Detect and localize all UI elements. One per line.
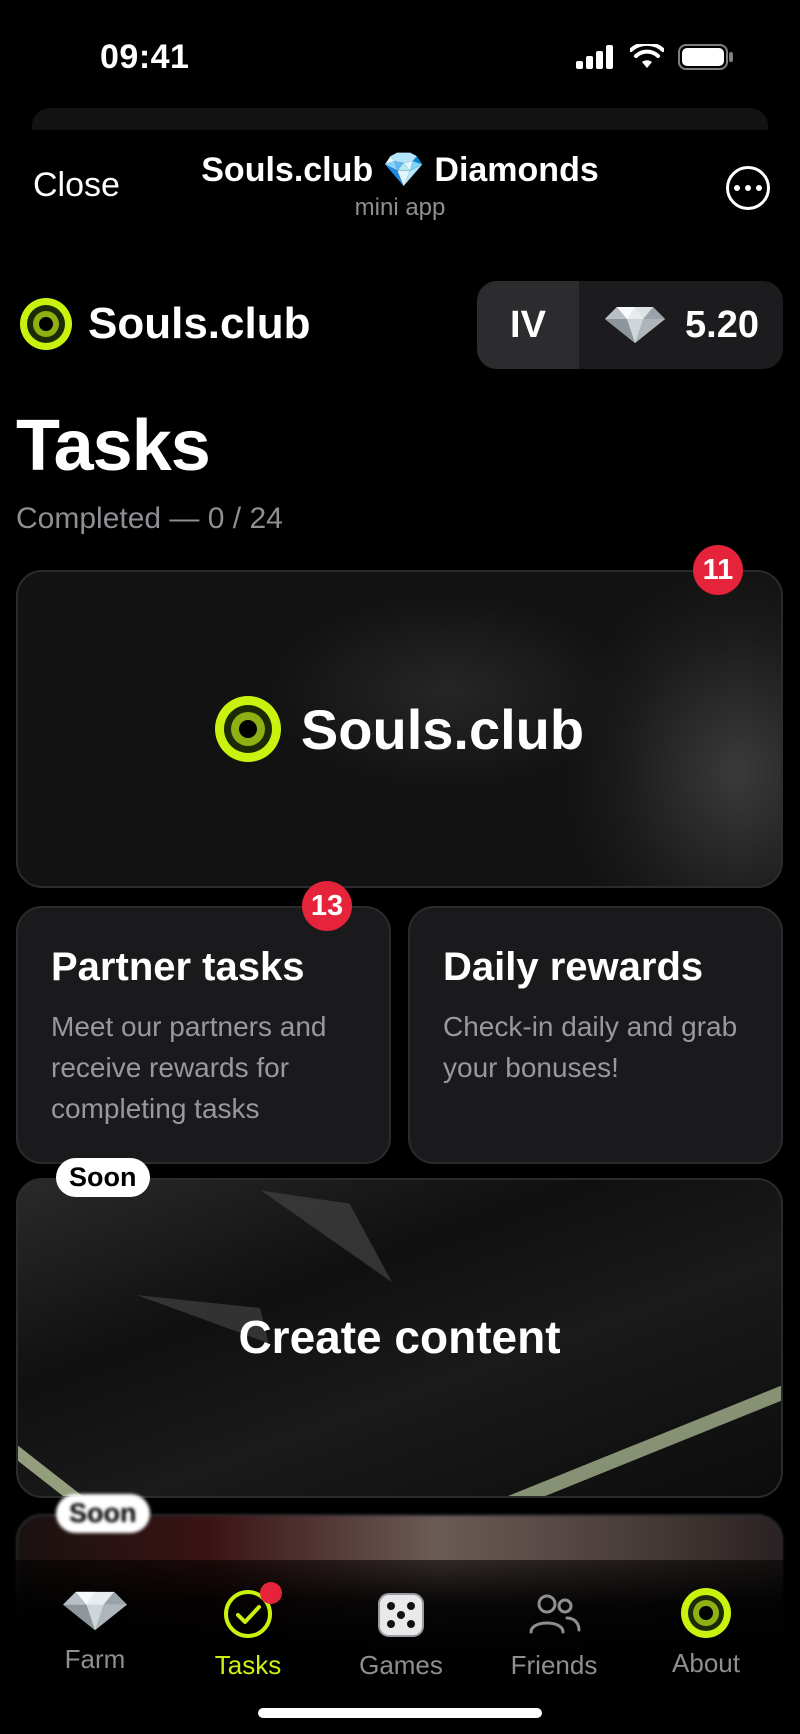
- souls-logo-icon: [681, 1588, 731, 1638]
- card-title: Partner tasks: [51, 945, 305, 989]
- tab-friends[interactable]: Friends: [494, 1588, 614, 1681]
- souls-club-card[interactable]: Souls.club: [16, 570, 783, 888]
- card-title: Create content: [238, 1311, 561, 1363]
- card-title: Daily rewards: [443, 945, 704, 989]
- tab-label: Tasks: [214, 1650, 282, 1680]
- soon-tag: Soon: [56, 1158, 150, 1197]
- tab-farm[interactable]: Farm: [35, 1588, 155, 1675]
- tab-label: Farm: [64, 1644, 126, 1674]
- diamond-icon: [605, 307, 666, 343]
- card-description: Meet our partners and receive rewards fo…: [51, 1011, 327, 1124]
- brand-name: Souls.club: [88, 299, 311, 348]
- signal-icon: [576, 45, 613, 69]
- friends-icon: [529, 1594, 581, 1634]
- partner-tasks-card[interactable]: Partner tasks Meet our partners and rece…: [16, 906, 391, 1164]
- diamond-balance: 5.20: [579, 281, 783, 369]
- wifi-icon: [630, 44, 664, 68]
- status-icons: [576, 44, 734, 70]
- card-artwork: [497, 1380, 781, 1496]
- dice-icon: [378, 1593, 424, 1637]
- tab-about[interactable]: About: [646, 1588, 766, 1679]
- sheet-peek: [32, 108, 768, 130]
- page-title: Tasks: [16, 406, 211, 486]
- app-title: Souls.club 💎 Diamonds: [201, 151, 599, 189]
- souls-logo-icon: [20, 298, 72, 350]
- tab-label: Friends: [510, 1650, 598, 1680]
- brand: Souls.club: [20, 298, 310, 350]
- notification-dot: [260, 1582, 282, 1604]
- card-artwork: [260, 1180, 416, 1283]
- balance-pill[interactable]: IV 5.20: [477, 281, 783, 369]
- tab-label: Games: [359, 1650, 443, 1680]
- create-content-card[interactable]: Create content: [16, 1178, 783, 1498]
- card-title: Souls.club: [300, 697, 585, 761]
- card-description: Check-in daily and grab your bonuses!: [443, 1011, 738, 1083]
- completed-counter: Completed — 0 / 24: [16, 502, 283, 535]
- diamond-icon: [63, 1591, 127, 1631]
- card-artwork: [18, 1417, 187, 1496]
- level-badge: IV: [477, 281, 579, 369]
- tab-tasks[interactable]: Tasks: [188, 1582, 308, 1681]
- souls-logo-icon: [214, 696, 281, 762]
- home-indicator[interactable]: [258, 1708, 542, 1718]
- tab-games[interactable]: Games: [341, 1588, 461, 1681]
- status-time: 09:41: [100, 38, 190, 76]
- balance-amount: 5.20: [685, 303, 759, 346]
- tab-label: About: [672, 1648, 740, 1678]
- battery-icon: [678, 44, 733, 70]
- notification-badge: 11: [693, 545, 743, 595]
- daily-rewards-card[interactable]: Daily rewards Check-in daily and grab yo…: [408, 906, 783, 1164]
- notification-badge: 13: [302, 881, 352, 931]
- more-options-icon[interactable]: [726, 166, 770, 210]
- soon-tag: Soon: [56, 1494, 150, 1533]
- app-subtitle: mini app: [354, 194, 446, 221]
